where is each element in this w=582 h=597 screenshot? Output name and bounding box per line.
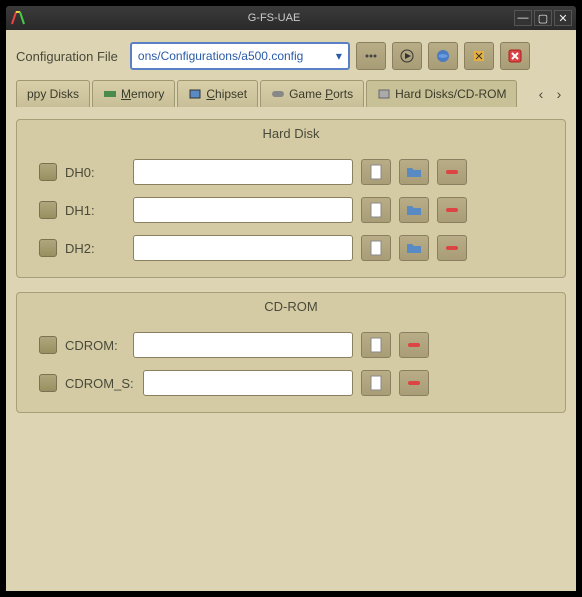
delete-button[interactable] xyxy=(500,42,530,70)
minimize-button[interactable]: — xyxy=(514,10,532,26)
tab-scroll: ‹ › xyxy=(534,85,566,103)
hard-disk-title: Hard Disk xyxy=(17,126,565,141)
tab-floppy-disks[interactable]: ppy Disks xyxy=(16,80,90,107)
cdrom-remove-button[interactable] xyxy=(399,332,429,358)
cdrom-title: CD-ROM xyxy=(17,299,565,314)
content-area: Configuration File ons/Configurations/a5… xyxy=(6,30,576,591)
dh1-label: DH1: xyxy=(65,203,125,218)
dh0-input[interactable] xyxy=(133,159,353,185)
tab-next-button[interactable]: › xyxy=(552,85,566,103)
globe-button[interactable] xyxy=(428,42,458,70)
chevron-down-icon: ▾ xyxy=(336,49,342,63)
tab-game-ports[interactable]: Game Ports xyxy=(260,80,364,107)
minus-icon xyxy=(407,342,421,348)
dh2-folder-button[interactable] xyxy=(399,235,429,261)
gamepad-icon xyxy=(271,88,285,100)
app-icon xyxy=(10,10,26,26)
cdrom-new-button[interactable] xyxy=(361,332,391,358)
maximize-button[interactable]: ▢ xyxy=(534,10,552,26)
dh0-new-button[interactable] xyxy=(361,159,391,185)
tab-hard-disks[interactable]: Hard Disks/CD-ROM xyxy=(366,80,517,107)
dh0-label: DH0: xyxy=(65,165,125,180)
folder-icon xyxy=(406,165,422,179)
dh2-checkbox[interactable] xyxy=(39,239,57,257)
close-button[interactable]: ✕ xyxy=(554,10,572,26)
file-icon xyxy=(369,202,383,218)
tools-button[interactable] xyxy=(464,42,494,70)
cdrom-input[interactable] xyxy=(133,332,353,358)
dh1-input[interactable] xyxy=(133,197,353,223)
tab-memory[interactable]: Memory xyxy=(92,80,175,107)
ellipsis-icon xyxy=(364,51,378,61)
cdrom-panel: CD-ROM CDROM: CDROM_S: xyxy=(16,292,566,413)
dh2-new-button[interactable] xyxy=(361,235,391,261)
browse-button[interactable] xyxy=(356,42,386,70)
window: G-FS-UAE — ▢ ✕ Configuration File ons/Co… xyxy=(0,0,582,597)
minus-icon xyxy=(445,245,459,251)
tab-chipset[interactable]: Chipset xyxy=(177,80,258,107)
dh1-row: DH1: xyxy=(17,191,565,229)
dh2-remove-button[interactable] xyxy=(437,235,467,261)
folder-icon xyxy=(406,241,422,255)
play-button[interactable] xyxy=(392,42,422,70)
tab-prev-button[interactable]: ‹ xyxy=(534,85,548,103)
dh2-input[interactable] xyxy=(133,235,353,261)
cdrom-s-input[interactable] xyxy=(143,370,353,396)
minus-icon xyxy=(445,169,459,175)
window-controls: — ▢ ✕ xyxy=(514,10,572,26)
cdrom-s-label: CDROM_S: xyxy=(65,376,135,391)
dh1-new-button[interactable] xyxy=(361,197,391,223)
minus-icon xyxy=(445,207,459,213)
dh0-checkbox[interactable] xyxy=(39,163,57,181)
window-title: G-FS-UAE xyxy=(34,12,514,24)
dh1-checkbox[interactable] xyxy=(39,201,57,219)
dh0-folder-button[interactable] xyxy=(399,159,429,185)
config-label: Configuration File xyxy=(16,49,118,64)
disk-icon xyxy=(377,88,391,100)
file-icon xyxy=(369,337,383,353)
tools-icon xyxy=(472,49,486,63)
memory-icon xyxy=(103,89,117,99)
dh1-remove-button[interactable] xyxy=(437,197,467,223)
cdrom-s-new-button[interactable] xyxy=(361,370,391,396)
cdrom-row: CDROM: xyxy=(17,326,565,364)
globe-icon xyxy=(436,49,450,63)
file-icon xyxy=(369,240,383,256)
config-value: ons/Configurations/a500.config xyxy=(138,49,303,63)
play-icon xyxy=(400,49,414,63)
cdrom-checkbox[interactable] xyxy=(39,336,57,354)
minus-icon xyxy=(407,380,421,386)
tab-bar: ppy Disks Memory Chipset Game Ports Hard… xyxy=(16,80,566,107)
dh2-row: DH2: xyxy=(17,229,565,267)
titlebar: G-FS-UAE — ▢ ✕ xyxy=(6,6,576,30)
close-icon xyxy=(507,48,523,64)
config-file-select[interactable]: ons/Configurations/a500.config ▾ xyxy=(130,42,350,70)
cdrom-label: CDROM: xyxy=(65,338,125,353)
dh0-row: DH0: xyxy=(17,153,565,191)
cdrom-s-checkbox[interactable] xyxy=(39,374,57,392)
file-icon xyxy=(369,164,383,180)
cdrom-s-row: CDROM_S: xyxy=(17,364,565,402)
folder-icon xyxy=(406,203,422,217)
chipset-icon xyxy=(188,88,202,100)
hard-disk-panel: Hard Disk DH0: DH1: DH2: xyxy=(16,119,566,278)
dh2-label: DH2: xyxy=(65,241,125,256)
dh1-folder-button[interactable] xyxy=(399,197,429,223)
config-row: Configuration File ons/Configurations/a5… xyxy=(16,42,566,70)
dh0-remove-button[interactable] xyxy=(437,159,467,185)
cdrom-s-remove-button[interactable] xyxy=(399,370,429,396)
file-icon xyxy=(369,375,383,391)
